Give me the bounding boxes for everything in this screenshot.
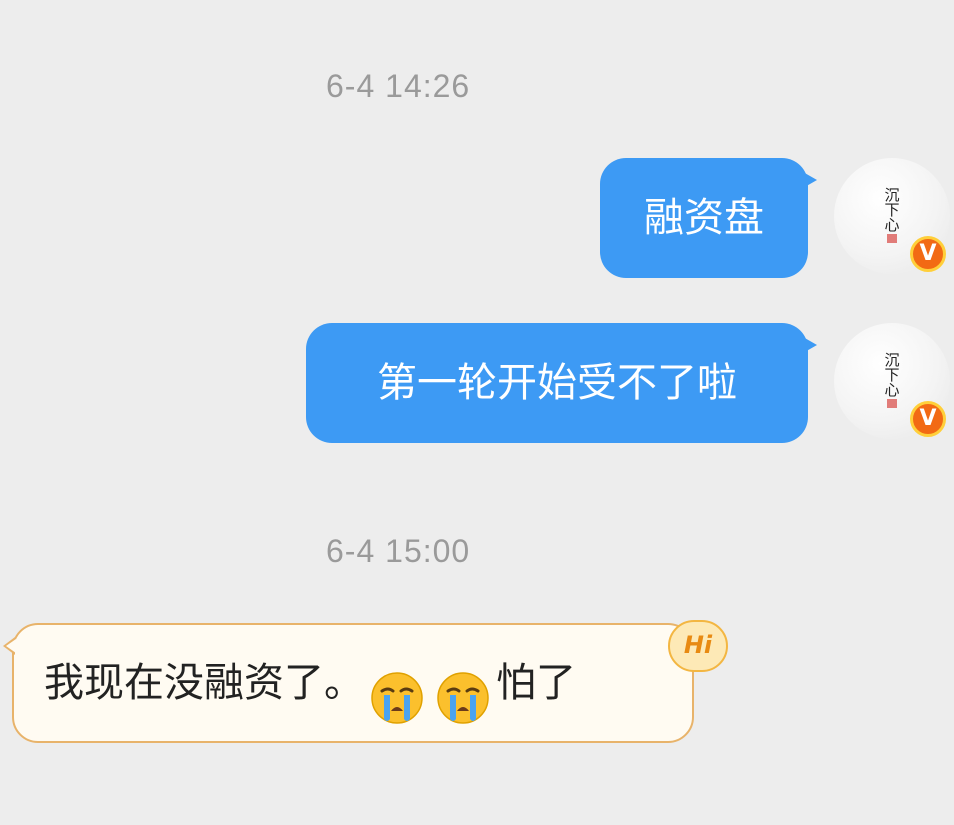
hi-badge-icon[interactable]: Hi: [668, 620, 728, 672]
verified-v-icon: V: [910, 401, 946, 437]
timestamp: 6-4 14:26: [326, 68, 471, 104]
message-text: 怕了: [496, 660, 576, 706]
avatar-calligraphy: 沉下心: [884, 186, 900, 234]
avatar[interactable]: 沉下心 V: [834, 323, 950, 439]
avatar-calligraphy: 沉下心: [884, 351, 900, 399]
avatar[interactable]: 沉下心 V: [834, 158, 950, 274]
crying-face-emoji: [436, 654, 490, 724]
verified-v-icon: V: [910, 236, 946, 272]
message-text: 我现在没融资了。: [44, 660, 364, 706]
message-bubble-outgoing[interactable]: 第一轮开始受不了啦: [306, 323, 817, 443]
seal-icon: [887, 399, 897, 408]
crying-face-emoji: [370, 654, 424, 724]
message-bubble-incoming[interactable]: 我现在没融资了。 怕了: [3, 623, 694, 743]
message-bubble-outgoing[interactable]: 融资盘: [600, 158, 817, 278]
message-text: 第一轮开始受不了啦: [377, 360, 737, 406]
message-text: 融资盘: [644, 195, 764, 241]
seal-icon: [887, 234, 897, 243]
timestamp: 6-4 15:00: [326, 533, 471, 569]
